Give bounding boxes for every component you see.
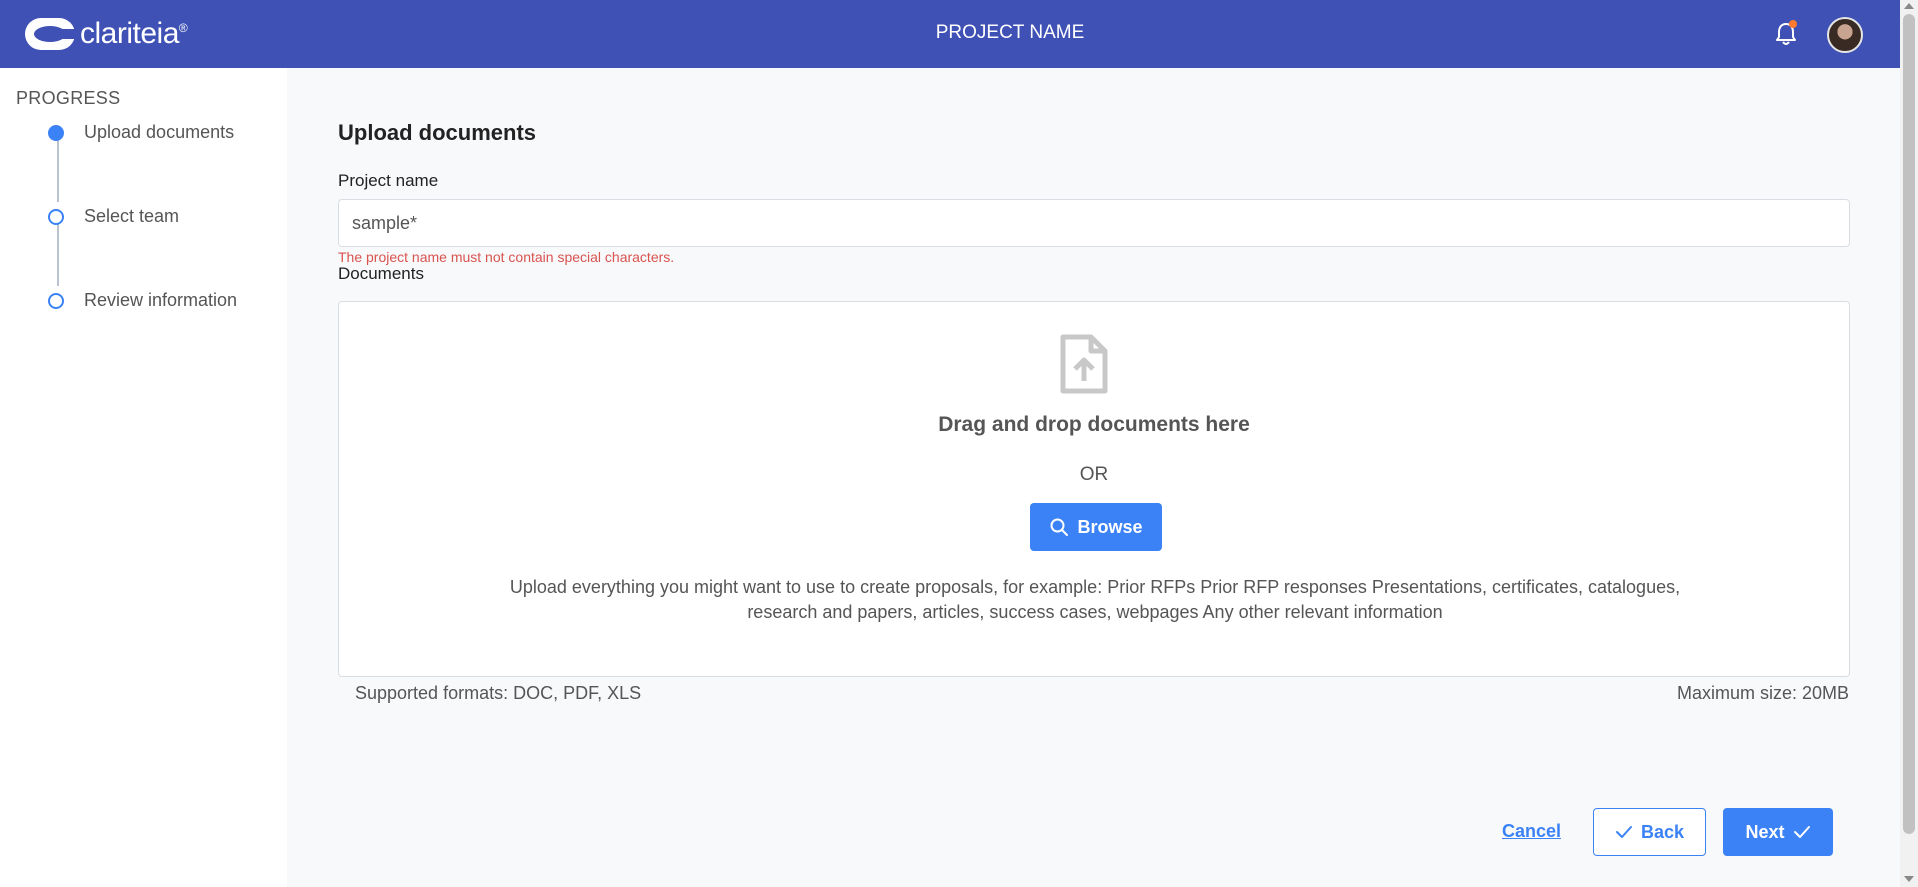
scroll-down-icon[interactable] bbox=[1904, 876, 1914, 882]
clariteia-logo[interactable]: clariteia® bbox=[24, 17, 188, 51]
dropzone-description: Upload everything you might want to use … bbox=[509, 577, 1681, 622]
progress-sidebar: PROGRESS Upload documents Select team Re… bbox=[0, 68, 287, 887]
top-bar: clariteia® PROJECT NAME bbox=[0, 0, 1900, 68]
check-icon bbox=[1615, 826, 1632, 838]
documents-label: Documents bbox=[338, 264, 424, 283]
project-title: PROJECT NAME bbox=[935, 22, 1085, 43]
file-upload-icon bbox=[1060, 334, 1108, 394]
step-connector bbox=[57, 218, 59, 286]
step-dot-icon bbox=[48, 209, 64, 225]
page-title: Upload documents bbox=[338, 120, 537, 145]
maximum-size: Maximum size: 20MB bbox=[1676, 683, 1849, 703]
user-avatar[interactable] bbox=[1827, 17, 1863, 53]
browse-label: Browse bbox=[1077, 516, 1143, 537]
step-active-dot-icon bbox=[48, 125, 64, 141]
step-label: Select team bbox=[84, 206, 180, 226]
logo-text: clariteia® bbox=[80, 17, 188, 50]
progress-title: PROGRESS bbox=[16, 88, 121, 108]
back-label: Back bbox=[1640, 821, 1685, 842]
step-upload-documents[interactable]: Upload documents bbox=[48, 122, 234, 142]
dropzone-title: Drag and drop documents here bbox=[938, 413, 1250, 436]
notification-badge bbox=[1789, 20, 1797, 28]
notifications-button[interactable] bbox=[1772, 20, 1800, 48]
search-icon bbox=[1050, 518, 1069, 536]
supported-formats: Supported formats: DOC, PDF, XLS bbox=[355, 683, 642, 703]
step-select-team[interactable]: Select team bbox=[48, 206, 179, 226]
cancel-link[interactable]: Cancel bbox=[1502, 821, 1561, 842]
step-dot-icon bbox=[48, 293, 64, 309]
logo-mark-icon bbox=[25, 18, 76, 50]
project-name-label: Project name bbox=[338, 171, 439, 190]
page-scrollbar[interactable] bbox=[1900, 0, 1918, 887]
step-label: Upload documents bbox=[84, 122, 235, 142]
scroll-up-icon[interactable] bbox=[1904, 3, 1914, 9]
main-content: Upload documents Project name The projec… bbox=[287, 68, 1900, 887]
project-name-input[interactable] bbox=[338, 199, 1850, 247]
step-connector bbox=[57, 134, 59, 202]
next-label: Next bbox=[1745, 821, 1785, 842]
back-button[interactable]: Back bbox=[1593, 808, 1706, 856]
project-name-error: The project name must not contain specia… bbox=[338, 249, 675, 265]
next-button[interactable]: Next bbox=[1723, 808, 1833, 856]
browse-button[interactable]: Browse bbox=[1030, 503, 1162, 551]
scroll-thumb[interactable] bbox=[1903, 14, 1915, 834]
step-label: Review information bbox=[84, 290, 238, 310]
step-review-information[interactable]: Review information bbox=[48, 290, 237, 310]
document-dropzone[interactable]: Drag and drop documents here OR Browse U… bbox=[338, 301, 1850, 677]
check-icon bbox=[1793, 826, 1810, 838]
dropzone-or: OR bbox=[1079, 464, 1109, 485]
